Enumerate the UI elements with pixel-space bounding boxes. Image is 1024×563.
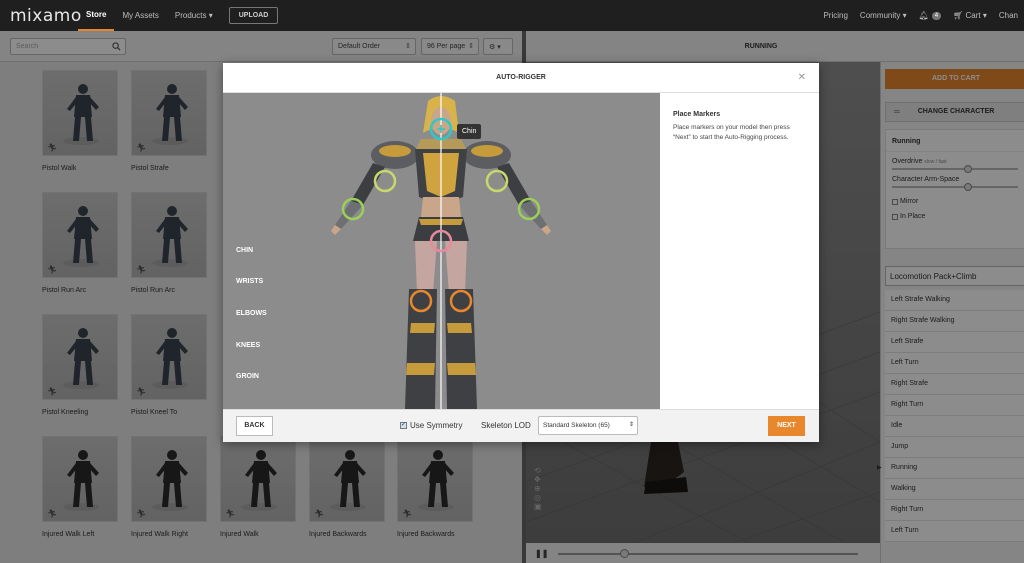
- modal-footer: BACK ✓ Use Symmetry Skeleton LOD Standar…: [223, 409, 819, 442]
- knees-label: KNEES: [236, 342, 261, 349]
- nav-products[interactable]: Products ▾: [167, 0, 221, 31]
- notifications[interactable]: 🔔︎ 4: [913, 0, 948, 31]
- cart-icon: 🛒︎: [953, 11, 964, 20]
- chin-label: CHIN: [236, 247, 254, 254]
- checkmark-icon: ✓: [400, 422, 407, 429]
- rig-stage[interactable]: Chin CHIN WRISTS ELBOWS KNEES GROIN: [223, 93, 660, 409]
- bell-icon: 🔔︎: [918, 11, 929, 20]
- auto-rigger-modal: AUTO-RIGGER ✕ Chin CHIN WRISTS ELBOWS KN…: [223, 63, 819, 442]
- nav-store[interactable]: Store: [78, 0, 115, 31]
- skeleton-lod-value: Standard Skeleton (65): [543, 422, 610, 429]
- instructions-title: Place Markers: [673, 111, 721, 118]
- instructions-text: Place markers on your model then press “…: [673, 124, 790, 142]
- nav-user[interactable]: Chan: [993, 0, 1024, 31]
- nav-community[interactable]: Community ▾: [854, 0, 913, 31]
- skeleton-lod-label: Skeleton LOD: [481, 421, 531, 430]
- nav-pricing[interactable]: Pricing: [817, 0, 853, 31]
- groin-label: GROIN: [236, 373, 259, 380]
- next-button[interactable]: NEXT: [768, 416, 805, 436]
- modal-title: AUTO-RIGGER: [223, 63, 819, 93]
- nav-my-assets[interactable]: My Assets: [114, 0, 166, 31]
- mixamo-logo[interactable]: mixamo: [10, 6, 81, 26]
- elbows-label: ELBOWS: [236, 310, 267, 317]
- top-nav: mixamo Store My Assets Products ▾ UPLOAD…: [0, 0, 1024, 31]
- select-arrows-icon: ⇕: [628, 422, 634, 428]
- nav-right: Pricing Community ▾ 🔔︎ 4 🛒︎ Cart ▾ Chan: [817, 0, 1024, 31]
- cart-label: Cart ▾: [965, 11, 987, 20]
- nav-cart[interactable]: 🛒︎ Cart ▾: [947, 0, 993, 31]
- notification-badge: 4: [931, 11, 942, 20]
- use-symmetry-label: Use Symmetry: [410, 421, 463, 430]
- close-icon[interactable]: ✕: [798, 72, 806, 83]
- skeleton-lod-select[interactable]: Standard Skeleton (65) ⇕: [538, 416, 638, 435]
- instructions-panel: Place Markers Place markers on your mode…: [660, 93, 819, 409]
- wrists-label: WRISTS: [236, 278, 264, 285]
- character-figure: [331, 93, 551, 409]
- marker-tooltip: Chin: [457, 124, 482, 139]
- upload-button[interactable]: UPLOAD: [228, 7, 279, 24]
- use-symmetry-checkbox[interactable]: ✓ Use Symmetry: [400, 421, 462, 430]
- back-button[interactable]: BACK: [236, 416, 273, 436]
